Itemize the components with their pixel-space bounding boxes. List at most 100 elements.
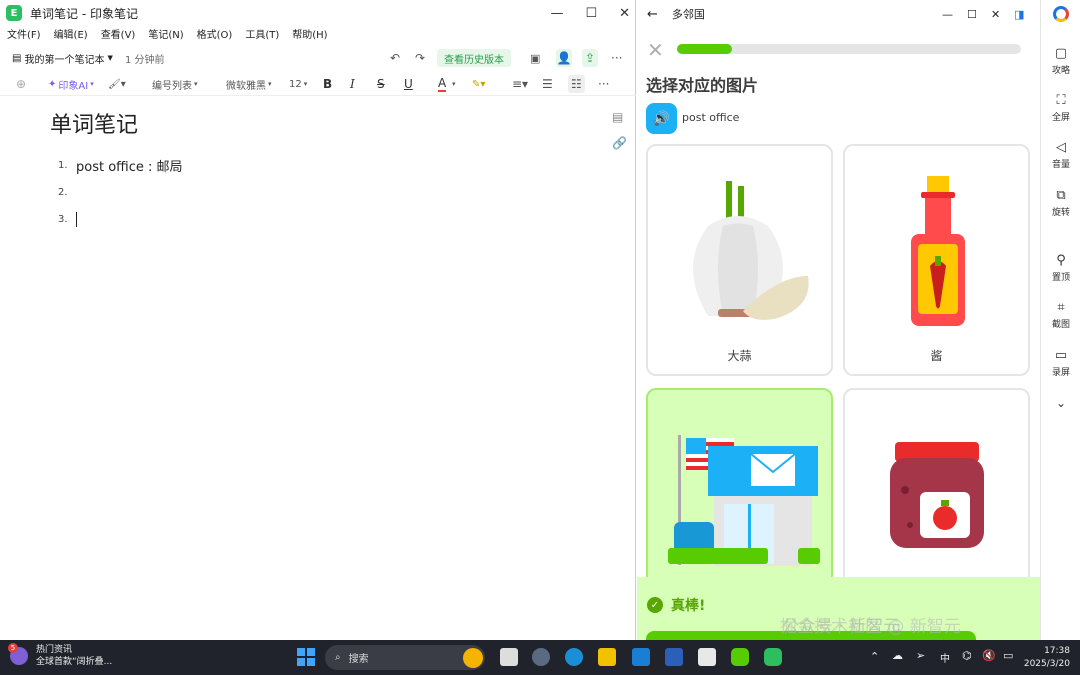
sidebar-toggle-icon[interactable]: ◨ <box>1014 8 1024 21</box>
volume-mute-icon[interactable]: 🔇 <box>982 649 996 662</box>
question-prompt: 选择对应的图片 <box>646 76 759 95</box>
quit-lesson-icon[interactable]: ✕ <box>647 38 664 62</box>
ime-indicator[interactable]: 中 <box>940 650 950 665</box>
link-icon[interactable]: 🔗 <box>612 136 627 150</box>
share-icon[interactable]: ⇪ <box>582 49 598 67</box>
strikethrough-button[interactable]: S <box>377 72 385 96</box>
menu-format[interactable]: 格式(O) <box>197 26 233 44</box>
align-icon[interactable]: ≡▾ <box>512 72 528 96</box>
notebook-selector[interactable]: ▤ 我的第一个笔记本 ▼ <box>12 46 113 70</box>
evernote-window-title: 单词笔记 - 印象笔记 <box>30 6 138 21</box>
numbered-list-icon[interactable]: ☷ <box>568 75 585 93</box>
back-arrow-icon[interactable]: ← <box>647 7 658 22</box>
task-view-icon[interactable] <box>500 648 518 666</box>
add-icon[interactable]: ⊕ <box>16 72 26 96</box>
font-size-dropdown[interactable]: 12 ▾ <box>289 72 307 96</box>
volume-icon: ◁ <box>1056 140 1066 155</box>
word-icon[interactable] <box>665 648 683 666</box>
edge-browser-icon[interactable] <box>565 648 583 666</box>
undo-icon[interactable]: ↶ <box>390 46 400 70</box>
note-title[interactable]: 单词笔记 <box>50 107 138 139</box>
chevron-up-icon[interactable]: ⌃ <box>870 650 879 663</box>
pin-icon: ⚲ <box>1056 253 1066 268</box>
list-item[interactable]: 2. <box>58 179 183 206</box>
close-icon[interactable]: ✕ <box>619 6 630 21</box>
system-clock[interactable]: 17:38 2025/3/20 <box>1024 645 1070 671</box>
crop-icon: ⌗ <box>1057 300 1065 315</box>
maximize-icon[interactable]: ☐ <box>585 6 597 21</box>
weather-icon[interactable]: ☁ <box>892 649 903 662</box>
chevron-down-icon[interactable]: ⌄ <box>1041 396 1080 410</box>
underline-button[interactable]: U <box>404 72 413 96</box>
menu-view[interactable]: 查看(V) <box>101 26 136 44</box>
windows-start-icon[interactable] <box>297 648 315 666</box>
menu-file[interactable]: 文件(F) <box>7 26 41 44</box>
menu-edit[interactable]: 编辑(E) <box>54 26 88 44</box>
sidebar-record[interactable]: ▭ 录屏 <box>1041 348 1080 378</box>
rotate-icon: ⧉ <box>1056 188 1066 203</box>
target-word[interactable]: post office <box>682 111 739 124</box>
font-color-button[interactable]: A <box>438 75 447 92</box>
check-icon: ✓ <box>647 597 663 613</box>
speaker-icon[interactable]: 🔊 <box>646 103 677 134</box>
outline-icon[interactable]: ▤ <box>612 110 627 124</box>
evernote-window: E 单词笔记 - 印象笔记 — ☐ ✕ 文件(F) 编辑(E) 查看(V) 笔记… <box>0 0 636 640</box>
evernote-elephant-icon: E <box>6 5 22 21</box>
choice-card-jam[interactable] <box>843 388 1030 588</box>
settings-icon[interactable] <box>532 648 550 666</box>
duolingo-taskbar-icon[interactable] <box>731 648 749 666</box>
menu-tools[interactable]: 工具(T) <box>245 26 279 44</box>
evernote-title-bar: E 单词笔记 - 印象笔记 — ☐ ✕ <box>0 0 636 26</box>
close-icon[interactable]: ✕ <box>991 8 1000 21</box>
font-family-dropdown[interactable]: 微软雅黑 ▾ <box>226 72 272 96</box>
format-painter-icon[interactable]: 🖌▾ <box>108 72 126 96</box>
send-icon[interactable]: ➢ <box>916 649 925 662</box>
choice-card-garlic[interactable]: 大蒜 <box>646 144 833 376</box>
list-item[interactable]: 3. <box>58 206 183 233</box>
bold-button[interactable]: B <box>323 72 332 96</box>
bullet-list-icon[interactable]: ☰ <box>542 72 553 96</box>
choice-card-sauce[interactable]: 酱 <box>843 144 1030 376</box>
taskbar-search[interactable]: ⌕ 搜索 <box>325 645 485 670</box>
store-icon[interactable] <box>698 648 716 666</box>
fullscreen-icon: ⛶ <box>1056 93 1066 108</box>
last-edited-time: 1 分钟前 <box>125 54 165 66</box>
minimize-icon[interactable]: — <box>550 6 563 21</box>
network-icon[interactable]: ⌬ <box>962 649 972 662</box>
sidebar-volume[interactable]: ◁ 音量 <box>1041 140 1080 170</box>
highlight-icon[interactable]: ✎▾ <box>472 72 485 96</box>
present-icon[interactable]: ▣ <box>530 46 540 70</box>
share-user-icon[interactable]: 👤 <box>556 49 572 67</box>
numbered-list[interactable]: 1. post office : 邮局 2. 3. <box>58 152 183 233</box>
list-style-dropdown[interactable]: 编号列表 ▾ <box>152 72 198 96</box>
app-logo-icon <box>1053 6 1069 22</box>
redo-icon[interactable]: ↷ <box>415 46 425 70</box>
sidebar-guide[interactable]: ▢ 攻略 <box>1041 46 1080 76</box>
garlic-icon <box>693 181 809 320</box>
evernote-taskbar-icon[interactable] <box>764 648 782 666</box>
ai-sparkle-icon: ✦ <box>48 78 57 90</box>
hot-sauce-icon <box>911 176 965 326</box>
sidebar-screenshot[interactable]: ⌗ 截图 <box>1041 300 1080 330</box>
list-item[interactable]: 1. post office : 邮局 <box>58 152 183 179</box>
sidebar-rotate[interactable]: ⧉ 旋转 <box>1041 188 1080 218</box>
menu-help[interactable]: 帮助(H) <box>292 26 327 44</box>
more-format-icon[interactable]: ··· <box>598 72 609 96</box>
ai-button[interactable]: ✦ 印象AI ▾ <box>48 72 94 96</box>
file-explorer-icon[interactable] <box>598 648 616 666</box>
minimize-icon[interactable]: — <box>942 8 953 21</box>
progress-fill <box>677 44 733 54</box>
sidebar-pin[interactable]: ⚲ 置顶 <box>1041 253 1080 283</box>
choice-card-post-office[interactable] <box>646 388 833 588</box>
guide-icon: ▢ <box>1054 46 1068 61</box>
maximize-icon[interactable]: ☐ <box>967 8 977 21</box>
menu-note[interactable]: 笔记(N) <box>148 26 183 44</box>
battery-icon[interactable]: ▭ <box>1003 649 1013 662</box>
chevron-down-icon[interactable]: ▾ <box>452 72 456 96</box>
more-options-icon[interactable]: ··· <box>611 46 622 70</box>
news-widget[interactable]: 5 热门资讯 全球首款“阔折叠... <box>8 643 112 668</box>
sidebar-fullscreen[interactable]: ⛶ 全屏 <box>1041 93 1080 123</box>
vscode-icon[interactable] <box>632 648 650 666</box>
italic-button[interactable]: I <box>350 72 355 96</box>
view-history-button[interactable]: 查看历史版本 <box>437 49 511 67</box>
